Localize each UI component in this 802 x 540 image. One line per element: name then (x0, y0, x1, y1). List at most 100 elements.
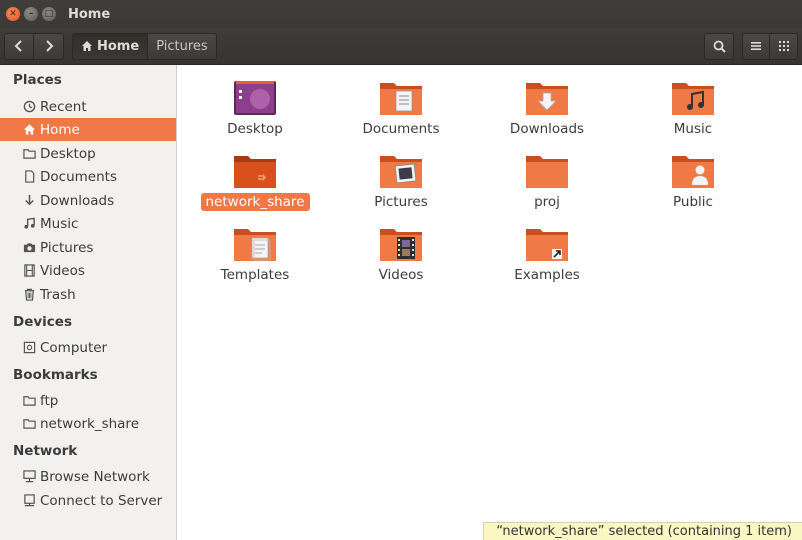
maximize-window-button[interactable]: □ (42, 7, 56, 21)
breadcrumb-home-label: Home (97, 38, 140, 54)
network-share-folder-icon (232, 152, 278, 190)
sidebar-item-music[interactable]: Music (0, 212, 176, 235)
grid-view-button[interactable] (770, 32, 798, 60)
file-label: Music (673, 121, 713, 137)
sidebar-item-computer[interactable]: Computer (0, 336, 176, 359)
document-icon (22, 170, 36, 184)
sidebar-item-label: Browse Network (40, 468, 150, 485)
file-item-music[interactable]: Music (620, 79, 766, 138)
downloads-folder-icon (524, 79, 570, 117)
documents-folder-icon (378, 79, 424, 117)
file-grid: Desktop Documents Downloads Music networ… (178, 65, 802, 540)
sidebar-item-label: Home (40, 121, 80, 138)
file-item-videos[interactable]: Videos (328, 225, 474, 284)
videos-folder-icon (378, 225, 424, 263)
file-label: network_share (200, 193, 310, 211)
desktop-folder-icon (232, 79, 278, 117)
sidebar-item-ftp[interactable]: ftp (0, 389, 176, 412)
back-button[interactable] (4, 32, 34, 60)
sidebar-item-connect-server[interactable]: Connect to Server (0, 489, 176, 512)
sidebar-item-browse-network[interactable]: Browse Network (0, 465, 176, 488)
file-label: Documents (362, 121, 440, 137)
file-label: Desktop (227, 121, 283, 137)
file-item-network-share[interactable]: network_share (182, 152, 328, 211)
file-label: Examples (514, 267, 580, 283)
public-folder-icon (670, 152, 716, 190)
close-window-button[interactable]: ✕ (6, 7, 20, 21)
sidebar-item-pictures[interactable]: Pictures (0, 236, 176, 259)
file-label: Public (673, 194, 713, 210)
sidebar-item-label: Desktop (40, 145, 96, 162)
file-item-proj[interactable]: proj (474, 152, 620, 211)
forward-button[interactable] (34, 32, 64, 60)
grid-icon (778, 41, 789, 51)
file-item-documents[interactable]: Documents (328, 79, 474, 138)
sidebar-item-home[interactable]: Home (0, 118, 176, 141)
sidebar-item-recent[interactable]: Recent (0, 95, 176, 118)
sidebar-item-label: Pictures (40, 239, 94, 256)
templates-folder-icon (232, 225, 278, 263)
folder-icon (524, 152, 570, 190)
title-bar: ✕ – □ Home (0, 0, 802, 28)
trash-icon (22, 288, 36, 302)
sidebar-item-label: Connect to Server (40, 492, 163, 509)
file-label: proj (534, 194, 560, 210)
folder-icon (22, 394, 36, 408)
sidebar-item-label: Trash (40, 286, 76, 303)
pictures-folder-icon (378, 152, 424, 190)
home-icon (82, 41, 92, 51)
download-icon (22, 194, 36, 208)
search-icon (713, 40, 726, 53)
sidebar-item-downloads[interactable]: Downloads (0, 189, 176, 212)
sidebar-item-trash[interactable]: Trash (0, 283, 176, 306)
file-label: Downloads (509, 121, 585, 137)
folder-icon (22, 417, 36, 431)
file-item-downloads[interactable]: Downloads (474, 79, 620, 138)
music-icon (22, 217, 36, 231)
home-icon (22, 123, 36, 137)
sidebar-item-label: Videos (40, 262, 85, 279)
server-icon (22, 494, 36, 508)
history-nav (4, 32, 64, 60)
breadcrumb-home[interactable]: Home (72, 32, 149, 60)
toolbar: Home Pictures (0, 28, 802, 65)
view-switcher (742, 32, 798, 60)
sidebar-item-desktop[interactable]: Desktop (0, 142, 176, 165)
status-bar: “network_share” selected (containing 1 i… (483, 522, 802, 540)
sidebar-item-label: Music (40, 215, 79, 232)
window-title: Home (68, 6, 111, 22)
music-folder-icon (670, 79, 716, 117)
search-button[interactable] (704, 32, 734, 60)
file-label: Videos (378, 267, 424, 283)
file-item-pictures[interactable]: Pictures (328, 152, 474, 211)
sidebar-item-label: Downloads (40, 192, 115, 209)
list-icon (751, 42, 761, 50)
sidebar: Places Recent Home Desktop Documents Dow… (0, 65, 177, 540)
computer-icon (22, 341, 36, 355)
folder-icon (22, 147, 36, 161)
examples-folder-icon (524, 225, 570, 263)
file-label: Pictures (374, 194, 428, 210)
sidebar-item-label: network_share (40, 415, 139, 432)
file-label: Templates (220, 267, 290, 283)
sidebar-item-label: Documents (40, 168, 117, 185)
clock-icon (22, 100, 36, 114)
file-item-desktop[interactable]: Desktop (182, 79, 328, 138)
list-view-button[interactable] (742, 32, 770, 60)
camera-icon (22, 241, 36, 255)
file-item-templates[interactable]: Templates (182, 225, 328, 284)
network-heading: Network (13, 443, 78, 459)
bookmarks-heading: Bookmarks (13, 367, 98, 383)
breadcrumb-pictures[interactable]: Pictures (148, 32, 217, 60)
network-icon (22, 470, 36, 484)
file-item-examples[interactable]: Examples (474, 225, 620, 284)
minimize-window-button[interactable]: – (24, 7, 38, 21)
sidebar-item-videos[interactable]: Videos (0, 259, 176, 282)
sidebar-item-network-share[interactable]: network_share (0, 412, 176, 435)
sidebar-item-label: ftp (40, 392, 59, 409)
breadcrumb: Home Pictures (72, 32, 217, 60)
sidebar-item-documents[interactable]: Documents (0, 165, 176, 188)
file-item-public[interactable]: Public (620, 152, 766, 211)
breadcrumb-pictures-label: Pictures (156, 38, 208, 54)
sidebar-item-label: Computer (40, 339, 108, 356)
